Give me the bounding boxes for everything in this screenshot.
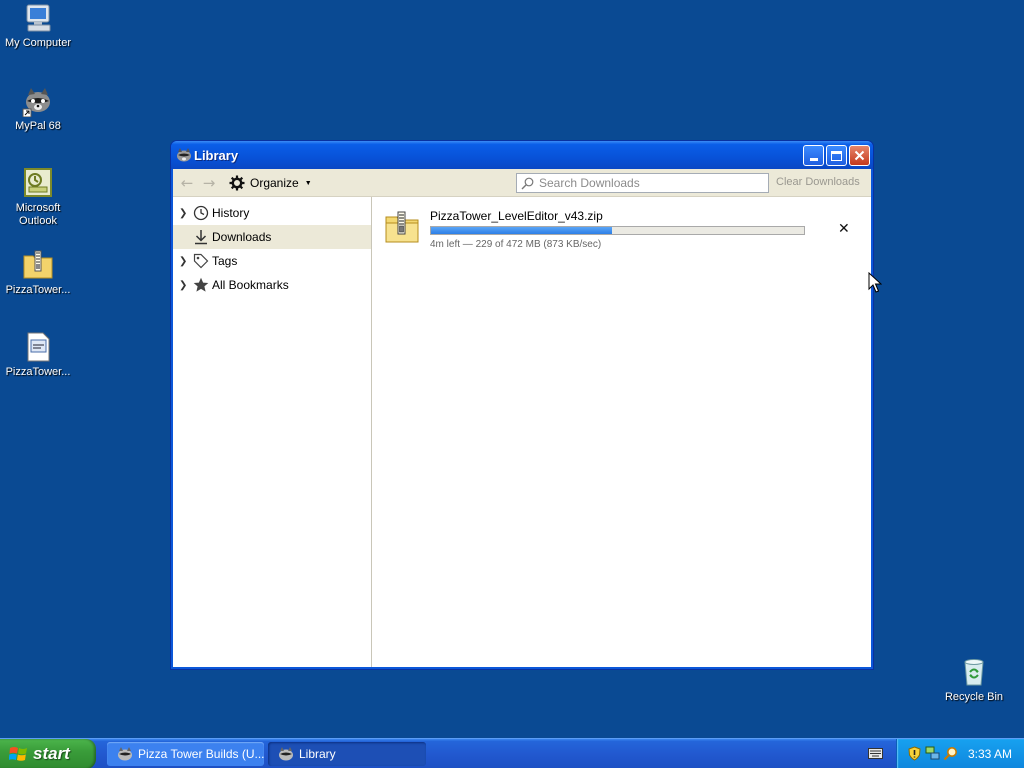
raccoon-app-icon (279, 747, 293, 761)
library-toolbar: ← → Organize ▼ Clear Downloads (173, 169, 871, 197)
maximize-icon (831, 150, 842, 161)
desktop-icon-label: PizzaTower... (5, 284, 71, 296)
raccoon-app-icon (177, 148, 191, 162)
download-progress-fill (431, 227, 612, 234)
library-window: Library ← → Organize ▼ Search Downloads … (170, 140, 874, 670)
title-bar[interactable]: Library (171, 141, 873, 169)
expand-chevron-icon[interactable]: ❯ (179, 208, 189, 219)
tag-icon (193, 253, 209, 269)
sidebar-item-label: Tags (212, 254, 238, 268)
search-input[interactable] (539, 176, 768, 190)
desktop-icon-recycle-bin[interactable]: Recycle Bin (936, 656, 1012, 704)
tray-clock: 3:33 AM (968, 747, 1013, 761)
keyboard-language-icon[interactable] (868, 748, 883, 759)
taskbar-button-library[interactable]: Library (268, 742, 426, 766)
recycle-bin-icon (964, 659, 984, 686)
download-status: 4m left — 229 of 472 MB (873 KB/sec) (430, 239, 602, 250)
search-magnifier-icon[interactable] (943, 746, 958, 761)
sidebar-item-label: History (212, 206, 250, 220)
document-icon (27, 332, 50, 362)
desktop-icon-mypal[interactable]: MyPal 68 (0, 85, 76, 133)
organize-menu-button[interactable]: Organize ▼ (229, 175, 312, 191)
desktop-icon-label: Microsoft Outlook (15, 202, 61, 227)
mouse-cursor-icon (868, 272, 882, 293)
library-sidebar: ❯ History Downloads ❯ Tags ❯ All Bookmar… (173, 197, 372, 667)
download-item[interactable]: PizzaTower_LevelEditor_v43.zip 4m left —… (373, 197, 871, 255)
windows-flag-icon (9, 747, 27, 761)
cancel-download-button[interactable]: ✕ (838, 221, 850, 237)
download-filename: PizzaTower_LevelEditor_v43.zip (430, 209, 603, 223)
expand-chevron-icon[interactable]: ❯ (179, 280, 189, 291)
search-downloads-field[interactable] (516, 173, 769, 193)
sidebar-item-history[interactable]: ❯ History (173, 201, 371, 225)
window-title: Library (194, 148, 239, 163)
back-arrow-icon[interactable]: ← (177, 174, 197, 192)
dropdown-caret-icon: ▼ (304, 179, 312, 187)
outlook-icon (24, 168, 52, 197)
forward-arrow-icon[interactable]: → (199, 174, 219, 192)
zip-file-icon (385, 211, 419, 243)
download-progress-bar (430, 226, 805, 235)
expand-chevron-icon[interactable]: ❯ (179, 256, 189, 267)
sidebar-item-downloads[interactable]: Downloads (173, 225, 371, 249)
desktop-icon-label: PizzaTower... (5, 366, 71, 378)
sidebar-item-label: Downloads (212, 230, 272, 244)
network-icon[interactable] (925, 746, 940, 761)
taskbar-button-pizza-tower-builds[interactable]: Pizza Tower Builds (U... (107, 742, 264, 766)
clock-icon (193, 205, 209, 221)
close-icon (854, 150, 865, 161)
desktop-icon-outlook[interactable]: Microsoft Outlook (0, 167, 76, 228)
zip-folder-icon (23, 250, 53, 279)
star-icon (193, 277, 209, 292)
download-arrow-icon (195, 230, 207, 245)
desktop-icon-pizzatower-zip[interactable]: PizzaTower... (0, 249, 76, 297)
system-tray: 3:33 AM (896, 739, 1024, 768)
desktop-icon-label: MyPal 68 (15, 120, 61, 132)
sidebar-item-all-bookmarks[interactable]: ❯ All Bookmarks (173, 273, 371, 297)
maximize-button[interactable] (826, 145, 847, 166)
raccoon-browser-shortcut-icon (22, 88, 50, 117)
window-body: ← → Organize ▼ Clear Downloads (173, 169, 871, 667)
gear-icon (229, 175, 245, 191)
sidebar-item-label: All Bookmarks (212, 278, 289, 292)
organize-label: Organize (250, 176, 299, 190)
desktop-icon-my-computer[interactable]: My Computer (0, 2, 76, 50)
desktop-icon-pizzatower-doc[interactable]: PizzaTower... (0, 331, 76, 379)
raccoon-app-icon (118, 747, 132, 761)
my-computer-icon (26, 4, 51, 32)
sidebar-item-tags[interactable]: ❯ Tags (173, 249, 371, 273)
desktop-icon-label: My Computer (4, 37, 72, 49)
taskbar-button-label: Pizza Tower Builds (U... (138, 747, 264, 761)
minimize-icon (809, 158, 818, 161)
desktop-icon-label: Recycle Bin (944, 691, 1004, 703)
start-button[interactable]: start (0, 739, 96, 768)
minimize-button[interactable] (803, 145, 824, 166)
search-icon (521, 177, 534, 189)
security-shield-icon[interactable] (907, 746, 922, 761)
close-button[interactable] (849, 145, 870, 166)
start-label: start (33, 744, 70, 763)
downloads-list: PizzaTower_LevelEditor_v43.zip 4m left —… (373, 197, 871, 667)
taskbar: start Pizza Tower Builds (U... Library 3… (0, 738, 1024, 768)
clear-downloads-button[interactable]: Clear Downloads (776, 176, 860, 188)
taskbar-button-label: Library (299, 747, 336, 761)
